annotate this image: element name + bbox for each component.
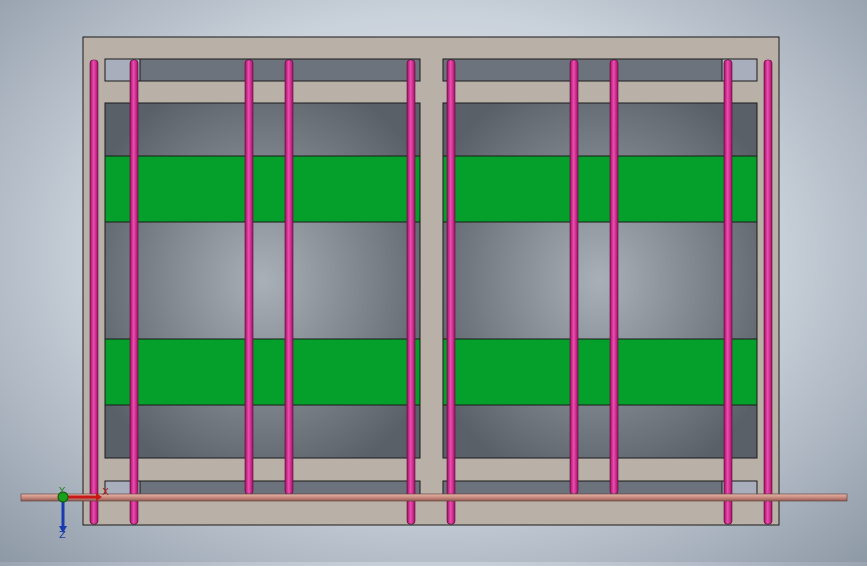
- green-band-top-left: [104, 155, 421, 223]
- z-axis-label: Z: [59, 530, 66, 541]
- horizontal-rail: [20, 493, 848, 502]
- green-band-bottom-right: [442, 338, 758, 406]
- rod: [129, 59, 139, 525]
- bottom-slot-left: [104, 480, 421, 496]
- x-axis-label: X: [102, 487, 109, 498]
- rod: [406, 59, 416, 525]
- rod: [569, 59, 579, 495]
- rod: [723, 59, 733, 525]
- top-slot-left: [104, 58, 421, 82]
- rod: [244, 59, 254, 495]
- green-band-bottom-left: [104, 338, 421, 406]
- y-axis-label: Y: [59, 486, 66, 497]
- rod: [609, 59, 619, 495]
- cad-model-drawing[interactable]: [0, 0, 867, 562]
- top-slot-right: [442, 58, 758, 82]
- rod: [284, 59, 294, 495]
- rod: [89, 59, 99, 525]
- cad-viewport[interactable]: X Y Z: [0, 0, 867, 562]
- rod: [446, 59, 456, 525]
- bottom-slot-right: [442, 480, 758, 496]
- rod: [763, 59, 773, 525]
- green-band-top-right: [442, 155, 758, 223]
